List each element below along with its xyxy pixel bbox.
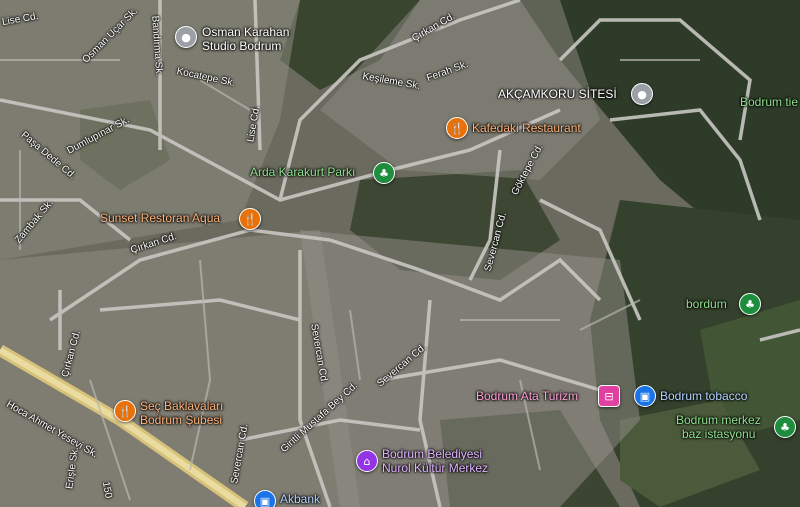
map-terrain: [0, 0, 800, 507]
tree-icon[interactable]: ♣: [373, 162, 395, 184]
poi-label-tobacco[interactable]: Bodrum tobacco: [660, 390, 747, 402]
poi-label-bordum[interactable]: bordum: [686, 298, 727, 310]
poi-label-arda-park[interactable]: Arda Karakurt Parkı: [250, 166, 355, 178]
poi-label-merkez[interactable]: Bodrum merkez: [676, 414, 761, 426]
shopping-bag-icon[interactable]: ▣: [634, 385, 656, 407]
poi-label-akbank[interactable]: Akbank: [280, 493, 320, 505]
tree-icon[interactable]: ♣: [739, 293, 761, 315]
satellite-map[interactable]: Lise Cd. Osman Uçar Sk. Bandırma Sk. Koc…: [0, 0, 800, 507]
poi-label-sec-line2[interactable]: Bodrum Şubesi: [140, 414, 222, 426]
poi-label-bodrum-tie[interactable]: Bodrum tie: [740, 96, 798, 108]
poi-label-akcamkoru[interactable]: AKÇAMKORU SİTESİ: [498, 88, 617, 100]
fork-knife-icon[interactable]: 🍴: [446, 117, 468, 139]
fork-knife-icon[interactable]: 🍴: [239, 208, 261, 230]
poi-label-belediye[interactable]: Bodrum Belediyesi: [382, 448, 482, 460]
building-icon[interactable]: ⌂: [356, 450, 378, 472]
location-dot-icon[interactable]: ●: [175, 26, 197, 48]
poi-label-merkez-line2[interactable]: baz istasyonu: [682, 428, 755, 440]
poi-label-kafedaki[interactable]: Kafedaki Restaurant: [472, 122, 581, 134]
poi-label-osman-karahan[interactable]: Osman Karahan: [202, 26, 289, 38]
bank-icon[interactable]: ▣: [254, 490, 276, 507]
poi-label-belediye-line2[interactable]: Nurol Kültür Merkez: [382, 462, 488, 474]
poi-label-bodrum-ata[interactable]: Bodrum Ata Turizm: [476, 390, 578, 402]
bed-icon[interactable]: ⊟: [598, 385, 620, 407]
poi-label-sec[interactable]: Seç Baklavaları: [140, 400, 223, 412]
fork-knife-icon[interactable]: 🍴: [114, 400, 136, 422]
poi-label-sunset[interactable]: Sunset Restoran Aqua: [100, 212, 220, 224]
poi-label-osman-karahan-line2[interactable]: Studio Bodrum: [202, 40, 281, 52]
tree-icon[interactable]: ♣: [774, 416, 796, 438]
location-dot-icon[interactable]: ●: [631, 83, 653, 105]
